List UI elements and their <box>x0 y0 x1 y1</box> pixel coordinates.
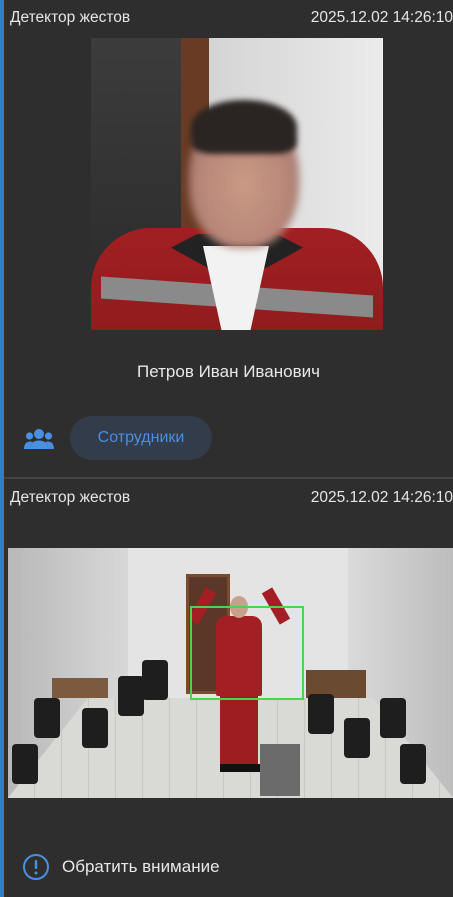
alert-circle-icon <box>23 854 49 880</box>
camera-snapshot[interactable] <box>8 548 453 798</box>
people-icon <box>24 429 54 449</box>
card-header: Детектор жестов 2025.12.02 14:26:10 <box>10 480 453 516</box>
group-tag[interactable]: Сотрудники <box>70 416 212 460</box>
event-timestamp: 2025.12.02 14:26:10 <box>310 489 453 506</box>
face-snapshot[interactable] <box>91 38 383 330</box>
person-name: Петров Иван Иванович <box>137 362 320 381</box>
detector-title: Детектор жестов <box>10 9 131 26</box>
card-divider <box>4 477 453 479</box>
alert-label: Обратить внимание <box>62 857 220 876</box>
event-timestamp: 2025.12.02 14:26:10 <box>310 9 453 26</box>
card-header: Детектор жестов 2025.12.02 14:26:10 <box>10 0 453 36</box>
event-card-face[interactable]: Детектор жестов 2025.12.02 14:26:10 Петр… <box>4 0 453 478</box>
detector-title: Детектор жестов <box>10 489 131 506</box>
detection-box <box>190 606 304 700</box>
